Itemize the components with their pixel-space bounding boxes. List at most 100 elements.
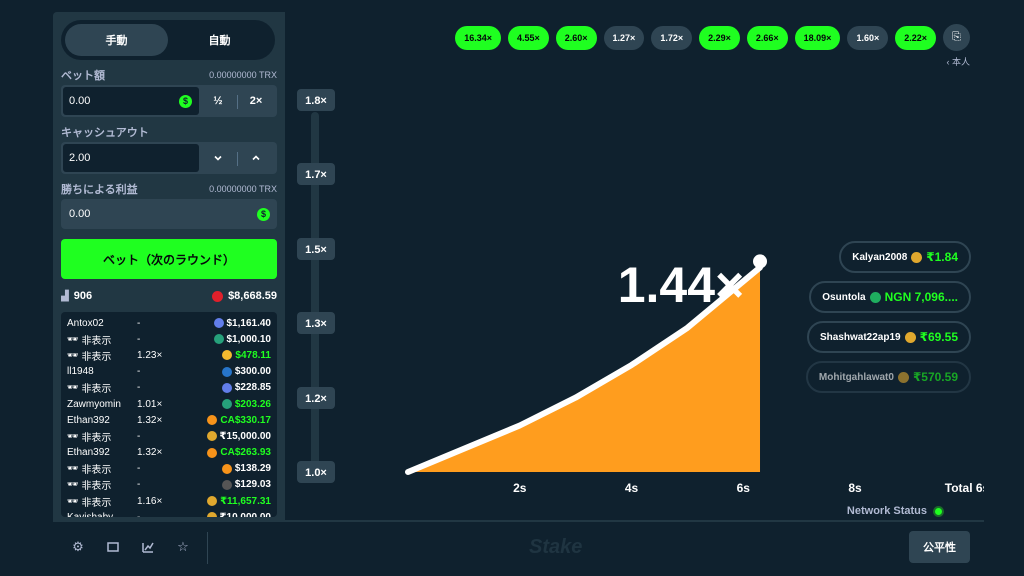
hidden-user-icon: 🕶 (67, 333, 79, 344)
history-chip[interactable]: 18.09× (794, 25, 841, 50)
game-area: 1.0× 1.2× 1.3× 1.5× 1.7× 1.8× 2s 4s 6s 8s Total 6s… (285, 12, 984, 520)
coin-icon (213, 334, 224, 345)
coin-icon (221, 366, 232, 377)
total-wagered: $8,668.59 (228, 290, 277, 302)
coin-icon (213, 318, 224, 329)
my-bets-link[interactable]: ‹ 本人 (947, 55, 971, 68)
player-amount: $129.03 (177, 479, 271, 490)
tab-auto[interactable]: 自動 (168, 24, 271, 56)
fairness-button[interactable]: 公平性 (909, 531, 970, 563)
player-name[interactable]: ll1948 (67, 366, 137, 377)
player-amount-text: $478.11 (235, 349, 271, 361)
player-amount: $138.29 (177, 463, 271, 474)
player-name-text: 非表示 (81, 465, 112, 477)
cashout-label: キャッシュアウト (61, 127, 149, 139)
player-name[interactable]: 🕶 非表示 (67, 477, 137, 492)
previous-results: 16.34× 4.55× 2.60× 1.27× 1.72× 2.29× 2.66× 18.0… (455, 24, 970, 51)
cashout-input[interactable]: 2.00 (63, 144, 199, 172)
player-row: Ethan392 1.32× CA$330.17 (67, 412, 271, 428)
player-row: Ethan392 1.32× CA$263.93 (67, 445, 271, 461)
coin-icon (221, 382, 232, 393)
settings-button[interactable]: ⚙ (67, 536, 89, 558)
stats-button[interactable] (137, 536, 159, 558)
player-amount-text: CA$263.93 (220, 447, 271, 459)
clipboard-icon: ⎘ (952, 31, 961, 43)
players-icon: ▟ (61, 290, 69, 302)
player-name[interactable]: 🕶 非表示 (67, 332, 137, 347)
profit-label-row: 勝ちによる利益 0.00000000 TRX (61, 182, 277, 196)
player-multiplier: - (137, 382, 141, 394)
chart-icon (142, 542, 154, 553)
player-multiplier: 1.01× (137, 398, 163, 410)
coin-icon (221, 399, 232, 410)
history-chip[interactable]: 1.27× (603, 25, 645, 50)
coin-icon (911, 251, 923, 263)
player-name[interactable]: 🕶 非表示 (67, 461, 137, 476)
history-chip[interactable]: 1.72× (651, 25, 693, 50)
y-tick-label: 1.3× (305, 318, 327, 330)
player-amount-text: ₹11,657.31 (220, 495, 271, 507)
bet-sidebar: 手動 自動 ベット額 0.00000000 TRX 0.00 $ ½ 2× キャ… (53, 12, 285, 520)
coin-icon (206, 431, 217, 442)
coin-icon (222, 350, 233, 361)
x-tick-label: 4s (625, 481, 639, 495)
history-chip[interactable]: 2.66× (746, 25, 788, 50)
history-chip[interactable]: 2.29× (699, 25, 740, 50)
player-multiplier: - (137, 479, 141, 491)
player-name-text: Antox02 (67, 317, 104, 329)
coin-icon (221, 463, 232, 474)
player-multiplier: - (137, 333, 141, 345)
favorite-button[interactable]: ☆ (172, 536, 194, 558)
player-multiplier: 1.32× (137, 414, 163, 426)
live-cashout-name: Shashwat22ap19 (820, 331, 901, 343)
player-name[interactable]: Zawmyomin (67, 399, 137, 410)
bet-button[interactable]: ベット（次のラウンド） (61, 239, 277, 279)
cashout-decrease-button[interactable] (199, 144, 237, 172)
y-tick-label: 1.7× (305, 169, 327, 181)
player-amount-text: $203.26 (234, 398, 271, 410)
live-cashout-pill: Shashwat22ap19 ₹69.55 (807, 321, 971, 353)
player-name-text: Kavishaby (67, 512, 113, 517)
player-name[interactable]: 🕶 非表示 (67, 429, 137, 444)
y-tick-label: 1.0× (305, 467, 327, 479)
history-chip[interactable]: 2.60× (555, 25, 597, 50)
coin-icon (221, 479, 232, 490)
player-name-text: Zawmyomin (67, 398, 121, 410)
x-tick-label: 2s (513, 481, 527, 495)
hidden-user-icon: 🕶 (67, 463, 79, 474)
player-name[interactable]: Ethan392 (67, 447, 137, 458)
history-chip[interactable]: 1.60× (847, 25, 889, 50)
hidden-user-icon: 🕶 (67, 430, 79, 441)
cashout-increase-button[interactable] (237, 144, 275, 172)
player-name[interactable]: 🕶 非表示 (67, 380, 137, 395)
bet-amount-input[interactable]: 0.00 $ (63, 87, 199, 115)
history-chip[interactable]: 4.55× (507, 25, 549, 50)
history-chip[interactable]: 16.34× (455, 25, 501, 50)
theatre-mode-button[interactable] (102, 536, 124, 558)
live-cashout-pill: Kalyan2008 ₹1.84 (839, 241, 971, 273)
player-amount-text: $138.29 (234, 463, 271, 475)
player-amount: ₹15,000.00 (177, 431, 271, 442)
y-tick-label: 1.5× (305, 244, 327, 256)
history-button[interactable]: ⎘ (943, 24, 970, 51)
history-chip[interactable]: 2.22× (895, 25, 936, 50)
player-name[interactable]: 🕶 非表示 (67, 348, 137, 363)
player-name[interactable]: Kavishaby (67, 512, 137, 517)
x-total-label: Total 6s (945, 481, 984, 495)
multiplier-head-dot (753, 254, 768, 269)
player-name-text: 非表示 (81, 432, 112, 444)
player-name[interactable]: 🕶 非表示 (67, 494, 137, 509)
player-name[interactable]: Antox02 (67, 318, 137, 329)
tab-manual[interactable]: 手動 (65, 24, 168, 56)
player-amount: ₹10,000.00 (177, 512, 271, 517)
half-bet-button[interactable]: ½ (199, 87, 237, 115)
player-multiplier: 1.32× (137, 447, 163, 459)
player-multiplier: - (137, 430, 141, 442)
network-status-label: Network Status (846, 505, 927, 517)
players-list[interactable]: Antox02- $1,161.40 🕶 非表示 - $1,000.10 🕶 非表示 1.23×… (61, 312, 277, 517)
chevron-up-icon (252, 155, 260, 161)
double-bet-button[interactable]: 2× (237, 87, 275, 115)
player-amount: $1,161.40 (177, 318, 271, 329)
player-multiplier: - (137, 317, 141, 329)
player-name[interactable]: Ethan392 (67, 415, 137, 426)
